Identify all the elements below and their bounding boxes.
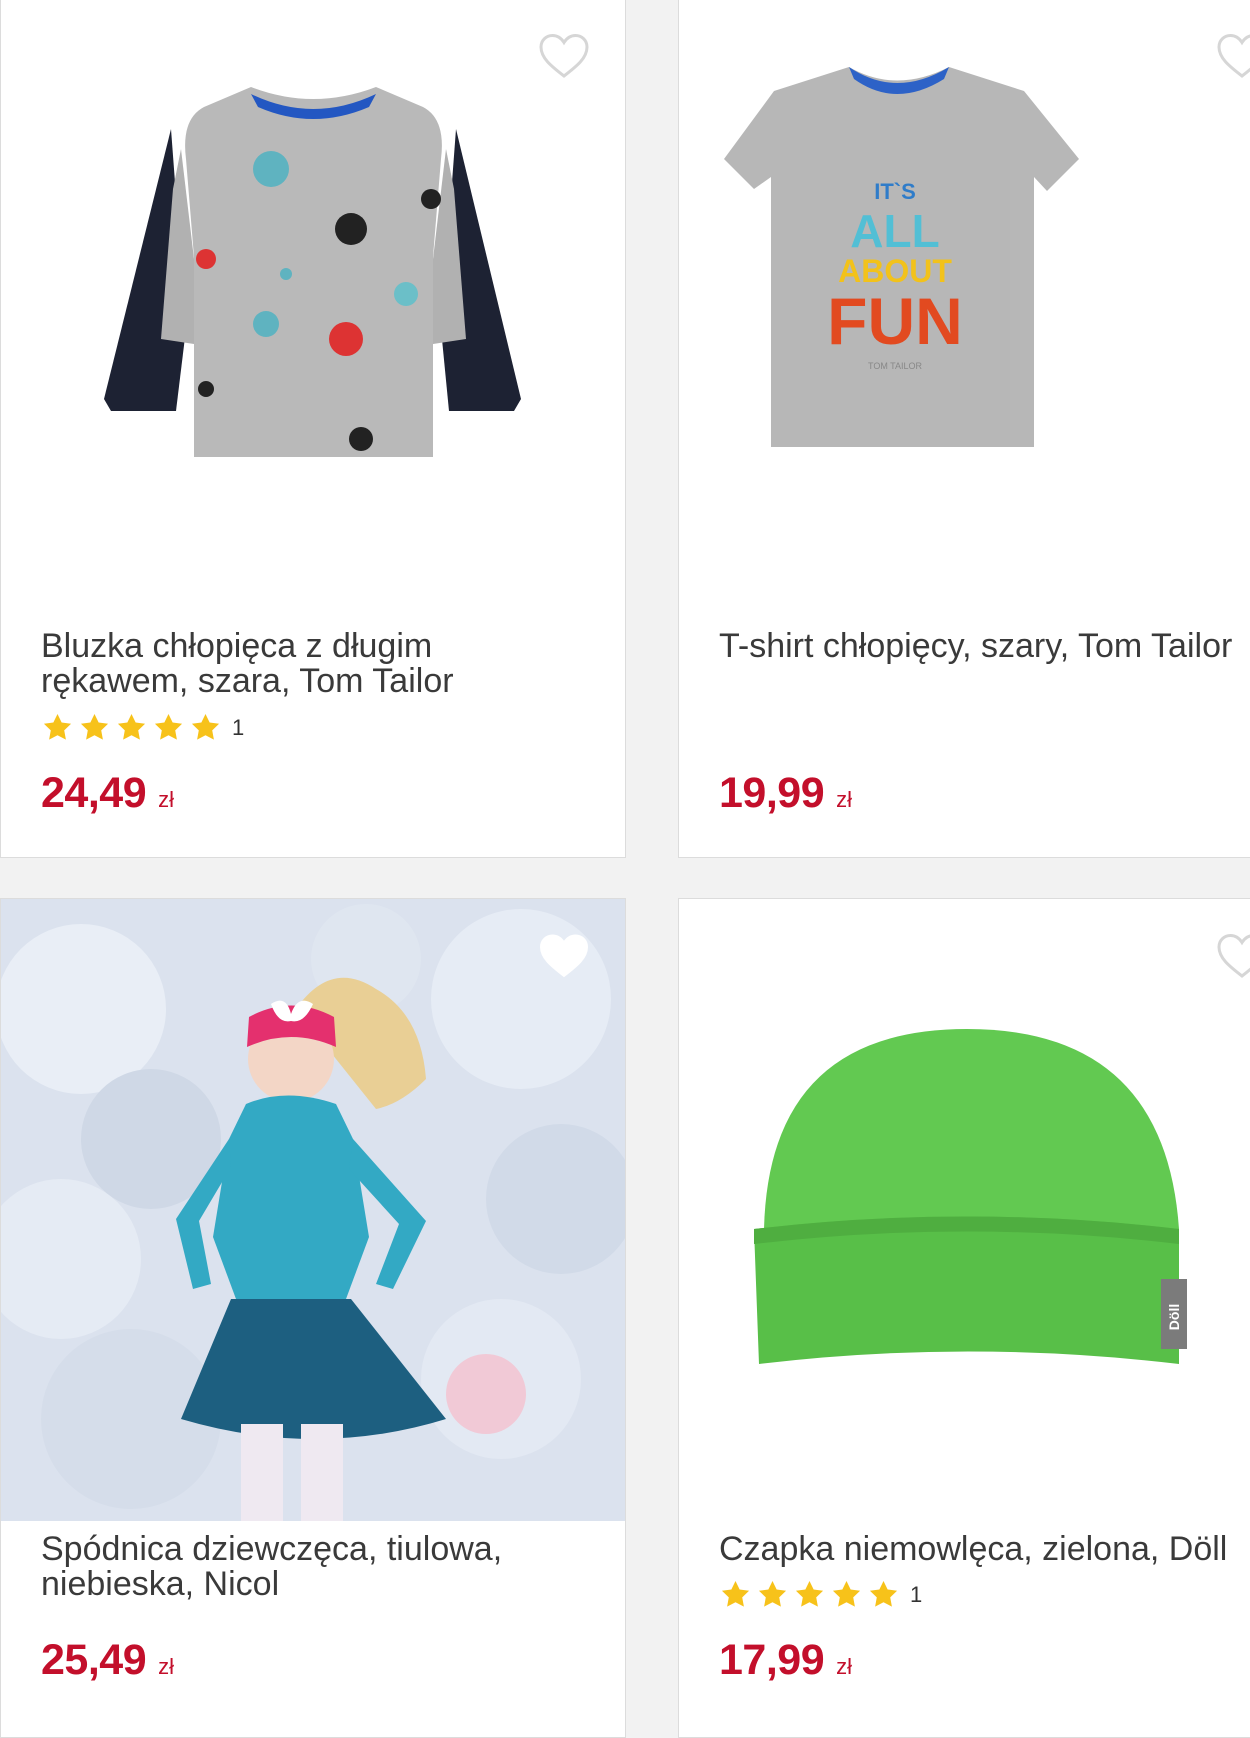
favorite-heart-icon[interactable] [1215,932,1250,980]
star-icon [189,712,222,743]
star-icon [115,712,148,743]
price: 17,99 zł [719,1636,852,1685]
rating: 1 [719,1579,922,1610]
price: 25,49 zł [41,1636,174,1685]
star-icon [78,712,111,743]
star-icon [793,1579,826,1610]
product-image[interactable]: IT`S ALL ABOUT FUN TOM TAILOR [679,0,1250,559]
star-icon [719,1579,752,1610]
star-icon [152,712,185,743]
favorite-heart-icon[interactable] [537,32,591,80]
product-image[interactable] [1,0,626,559]
product-title[interactable]: Bluzka chłopięca z długim rękawem, szara… [41,629,561,699]
print-line-1: IT`S [874,179,916,204]
price-currency: zł [836,1654,852,1679]
price-currency: zł [158,1654,174,1679]
product-card[interactable]: Spódnica dziewczęca, tiulowa, niebieska,… [0,898,626,1738]
star-icon [830,1579,863,1610]
print-line-4: FUN [827,284,963,358]
product-title[interactable]: Czapka niemowlęca, zielona, Döll [719,1532,1239,1567]
star-icon [756,1579,789,1610]
star-icon [867,1579,900,1610]
print-line-5: TOM TAILOR [868,361,923,371]
price: 19,99 zł [719,769,852,818]
rating: 1 [41,712,244,743]
price-currency: zł [836,787,852,812]
price-value: 25,49 [41,1636,147,1684]
price: 24,49 zł [41,769,174,818]
price-currency: zł [158,787,174,812]
print-line-2: ALL [850,205,939,257]
product-image[interactable]: Döll [679,899,1250,1459]
favorite-heart-icon[interactable] [1215,32,1250,80]
product-title[interactable]: T-shirt chłopięcy, szary, Tom Tailor [719,629,1239,664]
product-card[interactable]: IT`S ALL ABOUT FUN TOM TAILOR T-shirt ch… [678,0,1250,858]
price-value: 19,99 [719,769,825,817]
product-image[interactable] [1,899,626,1521]
product-title[interactable]: Spódnica dziewczęca, tiulowa, niebieska,… [41,1532,561,1602]
product-card[interactable]: Döll Czapka niemowlęca, zielona, Döll 1 … [678,898,1250,1738]
brand-tag-text: Döll [1166,1304,1182,1330]
star-icon [41,712,74,743]
rating-count: 1 [910,1581,923,1607]
product-card[interactable]: Bluzka chłopięca z długim rękawem, szara… [0,0,626,858]
rating-count: 1 [232,714,245,740]
price-value: 17,99 [719,1636,825,1684]
price-value: 24,49 [41,769,147,817]
favorite-heart-icon[interactable] [537,932,591,980]
